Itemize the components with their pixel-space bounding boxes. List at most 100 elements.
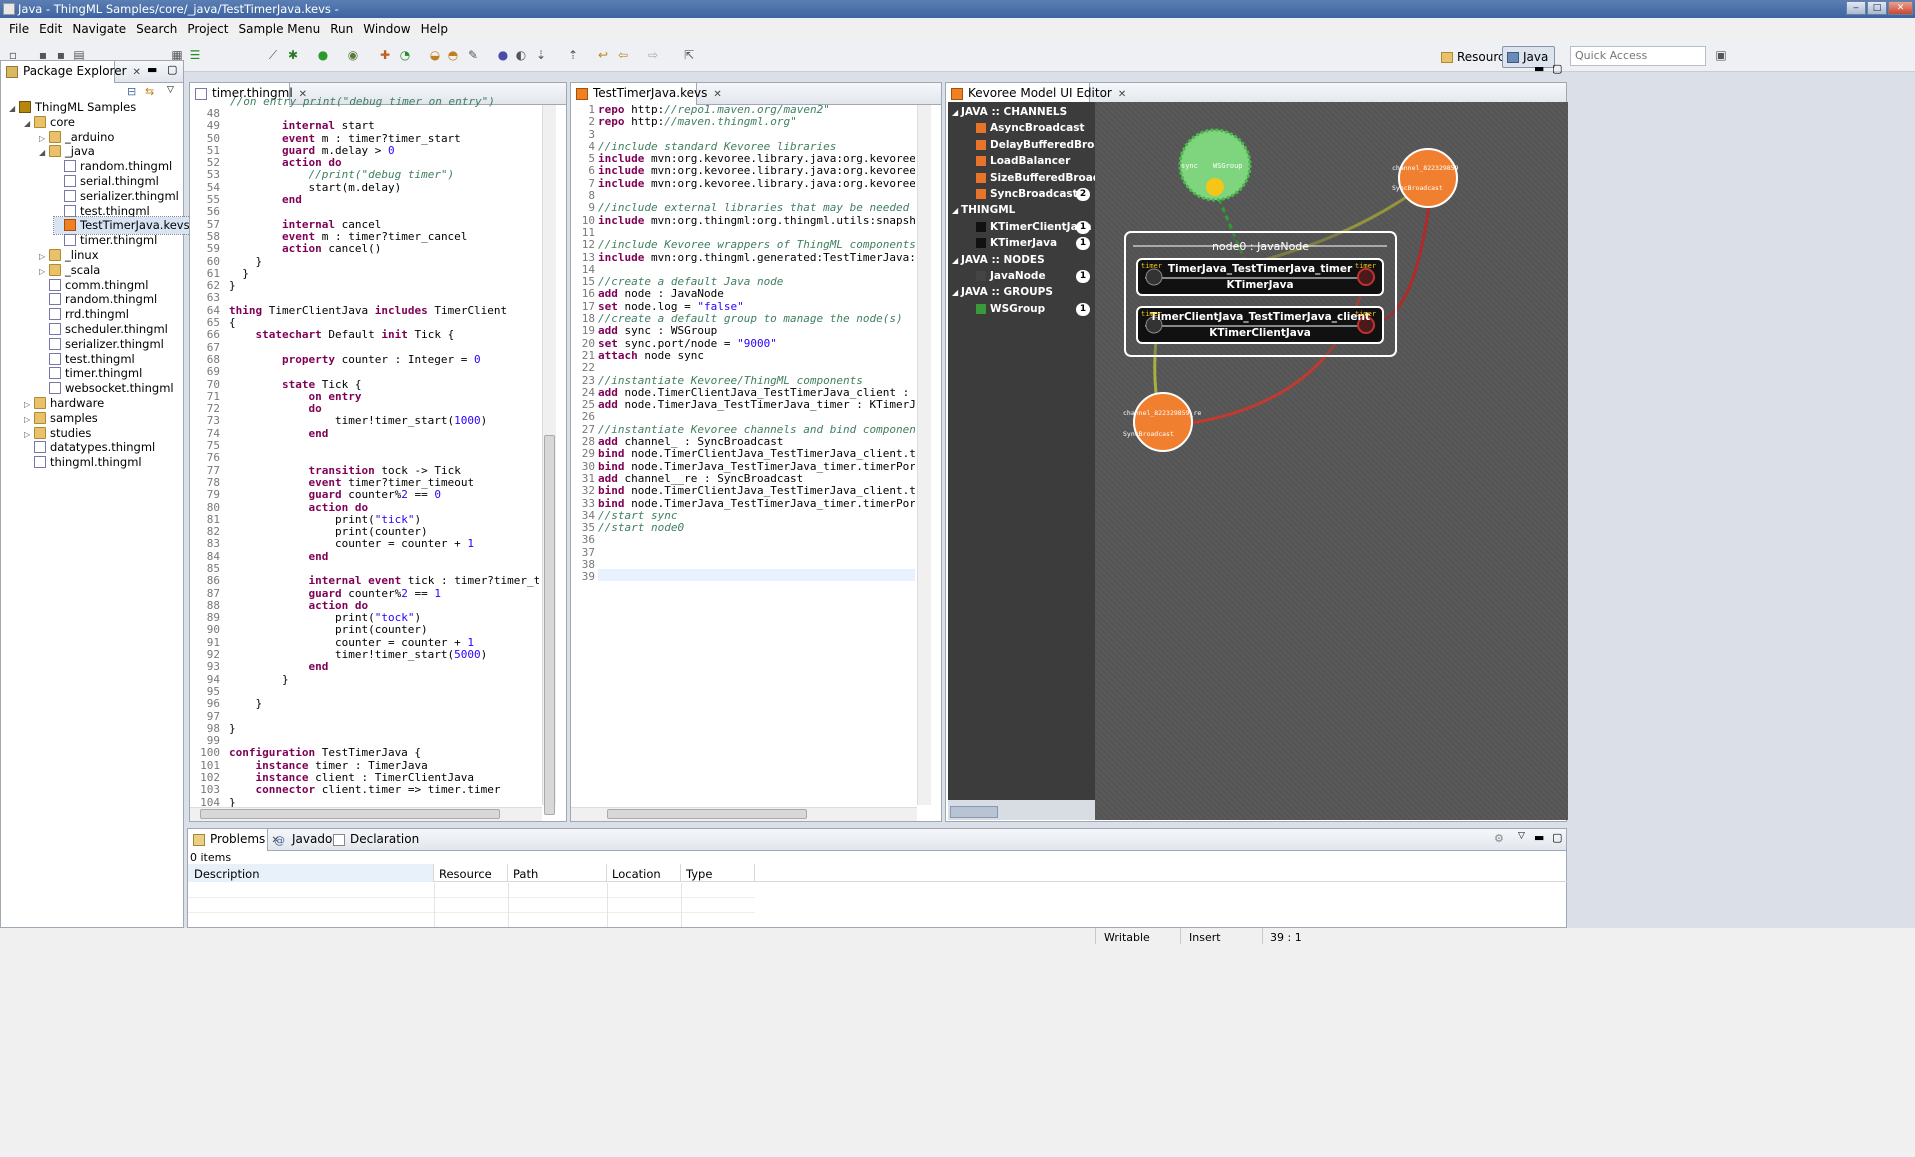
editor2-hscroll-thumb[interactable] xyxy=(607,809,807,819)
menu-edit[interactable]: Edit xyxy=(34,22,67,36)
tab-javadoc[interactable]: @ Javadoc xyxy=(270,829,339,851)
editor1-hscroll-thumb[interactable] xyxy=(200,809,500,819)
tab-testtimerjava-kevs[interactable]: TestTimerJava.kevs ✕ xyxy=(571,83,722,105)
minimize-view-icon[interactable]: ▬ xyxy=(147,63,157,76)
channel-node-2[interactable] xyxy=(1133,392,1193,452)
perspective-java-button[interactable]: Java xyxy=(1502,46,1556,68)
editor2-vertical-scrollbar[interactable] xyxy=(917,105,931,805)
link-with-editor-icon[interactable]: ⇆ xyxy=(145,85,154,98)
menu-window[interactable]: Window xyxy=(358,22,415,36)
skip-breakpoints-icon[interactable]: ⟋ xyxy=(266,48,280,62)
palette-group-header[interactable]: ◢ JAVA :: NODES xyxy=(952,254,1045,266)
view-menu-icon[interactable]: ▽ xyxy=(1518,831,1525,841)
file-icon xyxy=(49,278,61,291)
tree-item[interactable]: thingml.thingml xyxy=(24,454,142,471)
folder-icon xyxy=(49,263,61,276)
forward-icon[interactable]: ⇨ xyxy=(646,48,660,62)
palette-group-header[interactable]: ◢ JAVA :: CHANNELS xyxy=(952,106,1067,118)
col-resource[interactable]: Resource xyxy=(435,864,508,882)
close-icon[interactable]: ✕ xyxy=(133,67,141,78)
collapse-arrow-icon[interactable]: ◢ xyxy=(952,256,961,265)
tree-item-label: serializer.thingml xyxy=(65,336,164,351)
tab-package-explorer-label: Package Explorer xyxy=(23,64,127,78)
tab-kevoree-label: Kevoree Model UI Editor xyxy=(968,86,1112,100)
menu-file[interactable]: File xyxy=(4,22,34,36)
prev-annotation-icon[interactable]: ⇡ xyxy=(566,48,580,62)
file-icon xyxy=(49,352,61,365)
tab-declaration[interactable]: Declaration xyxy=(328,829,419,851)
menu-sample-menu[interactable]: Sample Menu xyxy=(233,22,325,36)
palette-group-label: JAVA :: NODES xyxy=(960,253,1045,266)
menu-help[interactable]: Help xyxy=(416,22,453,36)
col-path[interactable]: Path xyxy=(509,864,607,882)
tab-problems[interactable]: Problems ✕ xyxy=(188,829,280,851)
last-edit-icon[interactable]: ↩ xyxy=(596,48,610,62)
open-type-icon[interactable]: ◓ xyxy=(446,48,460,62)
col-type[interactable]: Type xyxy=(682,864,755,882)
tab-package-explorer[interactable]: Package Explorer ✕ xyxy=(1,61,141,83)
debug-icon[interactable]: ✱ xyxy=(286,48,300,62)
palette-color-icon xyxy=(976,189,986,199)
external-tools-icon[interactable]: ✚ xyxy=(378,48,392,62)
component-client-name: TimerClientJava_TestTimerJava_client xyxy=(1149,311,1371,323)
package-explorer-tabbar: Package Explorer ✕ ▬ ▢ xyxy=(1,61,183,83)
menu-project[interactable]: Project xyxy=(182,22,233,36)
next-annotation-icon[interactable]: ⇣ xyxy=(534,48,548,62)
maximize-view-icon[interactable]: ▢ xyxy=(1552,831,1562,844)
close-window-button[interactable]: ✕ xyxy=(1888,1,1913,15)
search-icon[interactable]: ● xyxy=(496,48,510,62)
file-icon xyxy=(49,382,61,395)
menu-search[interactable]: Search xyxy=(131,22,182,36)
maximize-editor-area-icon[interactable]: ▢ xyxy=(1552,62,1562,75)
pin-editor-icon[interactable]: ⇱ xyxy=(682,48,696,62)
expand-arrow-icon[interactable]: ◢ xyxy=(39,144,49,161)
editor1-scroll-thumb[interactable] xyxy=(544,435,555,815)
editor1-code[interactable]: internal start event m : timer?timer_sta… xyxy=(229,108,539,809)
palette-scroll-thumb[interactable] xyxy=(950,806,998,818)
quick-access-input[interactable]: Quick Access xyxy=(1570,46,1706,66)
minimize-editor-area-icon[interactable]: ▬ xyxy=(1534,62,1544,75)
col-location[interactable]: Location xyxy=(608,864,681,882)
minimize-button[interactable]: ‒ xyxy=(1846,1,1866,15)
menu-run[interactable]: Run xyxy=(325,22,358,36)
collapse-all-icon[interactable]: ⊟ xyxy=(127,85,136,98)
maximize-button[interactable]: □ xyxy=(1867,1,1887,15)
palette-group-header[interactable]: ◢ THINGML xyxy=(952,204,1015,216)
menu-navigate[interactable]: Navigate xyxy=(67,22,131,36)
filter-icon[interactable]: ⚙ xyxy=(1494,832,1504,845)
kevoree-canvas[interactable]: sync WSGroup channel_822329859 SyncBroad… xyxy=(1095,102,1568,820)
instance-count-badge: 1 xyxy=(1076,220,1090,234)
palette-group-label: JAVA :: CHANNELS xyxy=(960,106,1068,118)
editor2-code[interactable]: repo http://repo1.maven.org/maven2" repo… xyxy=(598,104,915,571)
expand-arrow-icon[interactable]: ◢ xyxy=(9,100,19,117)
coverage-icon[interactable]: ◉ xyxy=(346,48,360,62)
editor2-horizontal-scrollbar[interactable] xyxy=(571,807,917,821)
close-icon[interactable]: ✕ xyxy=(713,89,721,100)
collapse-arrow-icon[interactable]: ◢ xyxy=(952,206,961,215)
collapse-arrow-icon[interactable]: ◢ xyxy=(952,108,961,117)
editor-timer-thingml: timer.thingml ✕ //on entry print("debug t… xyxy=(189,82,567,822)
new-package-icon[interactable]: ◒ xyxy=(428,48,442,62)
back-icon[interactable]: ⇦ xyxy=(616,48,630,62)
run-icon[interactable]: ● xyxy=(316,48,330,62)
expand-arrow-icon[interactable]: ◢ xyxy=(24,115,34,132)
col-description[interactable]: Description xyxy=(188,864,434,882)
editor1-vertical-scrollbar[interactable] xyxy=(542,105,556,815)
tree-item-label: thingml.thingml xyxy=(50,455,142,470)
collapse-arrow-icon[interactable]: ◢ xyxy=(952,288,961,297)
channel-node-1[interactable] xyxy=(1398,148,1458,208)
toggle-mark-icon[interactable]: ◐ xyxy=(514,48,528,62)
view-menu-icon[interactable]: ▽ xyxy=(167,85,174,95)
open-perspective-icon[interactable]: ▣ xyxy=(1714,48,1728,62)
maximize-view-icon[interactable]: ▢ xyxy=(167,63,177,76)
palette-group-header[interactable]: ◢ JAVA :: GROUPS xyxy=(952,286,1053,298)
tree-item-label: rrd.thingml xyxy=(65,307,129,322)
new-java-project-icon[interactable]: ◔ xyxy=(398,48,412,62)
tree-item-label: _scala xyxy=(65,262,101,277)
minimize-view-icon[interactable]: ▬ xyxy=(1534,831,1544,844)
close-icon[interactable]: ✕ xyxy=(1118,89,1126,100)
open-task-icon[interactable]: ✎ xyxy=(466,48,480,62)
task-list-icon[interactable]: ☰ xyxy=(188,48,202,62)
editor1-horizontal-scrollbar[interactable] xyxy=(190,807,542,821)
folder-icon xyxy=(49,249,61,261)
